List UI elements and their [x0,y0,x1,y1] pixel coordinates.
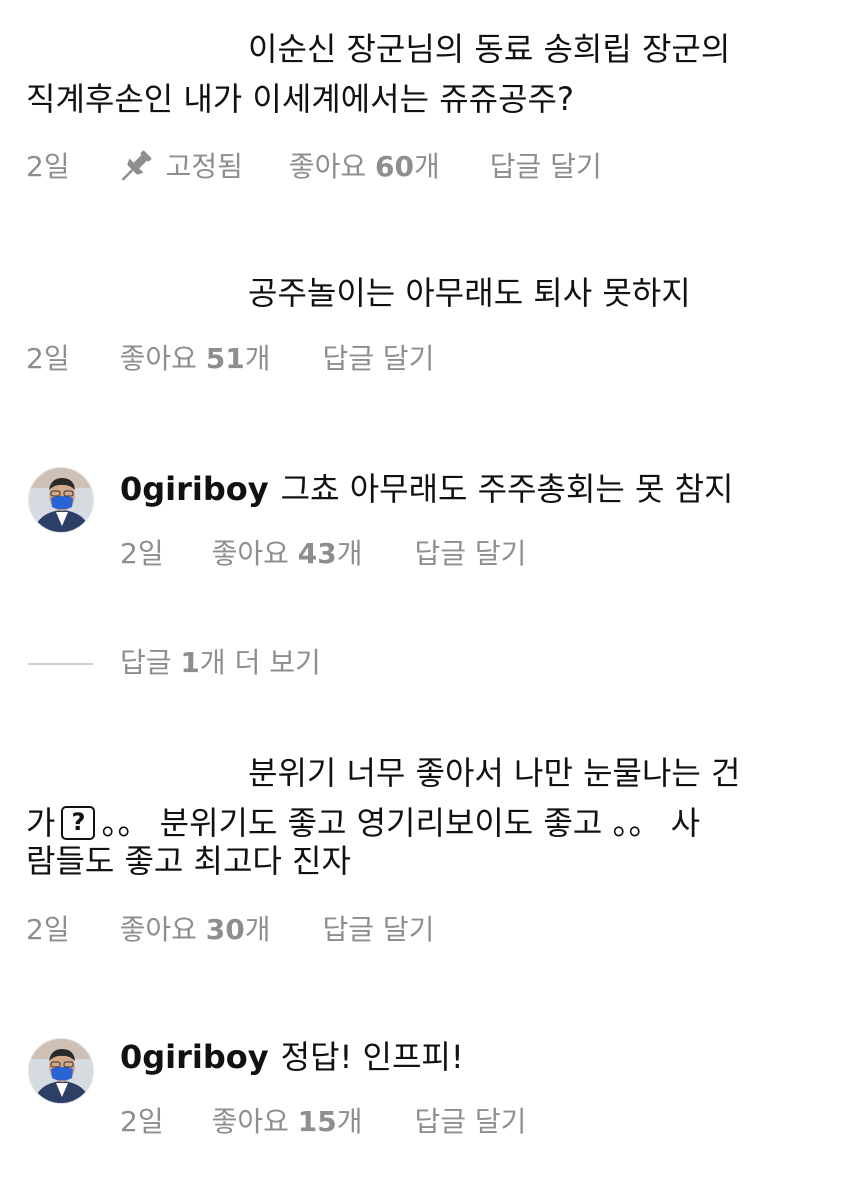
comment-3-time: 2일 [120,537,164,570]
comment-4-meta: 2일 좋아요 30개 답글 달기 [26,912,434,948]
avatar-image [29,468,93,532]
avatar-image [29,1039,93,1103]
comment-2-reply-button[interactable]: 답글 달기 [323,341,435,377]
comment-5-text: 0giriboy 정답! 인프피! [120,1030,464,1084]
comment-5-likes[interactable]: 좋아요 15개 [212,1104,363,1140]
comment-4-line-1: 분위기 너무 좋아서 나만 눈물나는 건 [248,754,741,792]
comment-2-likes[interactable]: 좋아요 51개 [120,341,271,377]
comment-4-likes[interactable]: 좋아요 30개 [120,912,271,948]
comment-5-meta: 2일 좋아요 15개 답글 달기 [120,1104,526,1140]
comment-3-username[interactable]: 0giriboy [120,470,269,508]
comment-5-body: 정답! 인프피! [280,1038,464,1076]
comment-2-meta: 2일 좋아요 51개 답글 달기 [26,341,434,377]
comment-4-reply-button[interactable]: 답글 달기 [323,912,435,948]
view-more-divider [28,663,93,665]
comment-5-reply-button[interactable]: 답글 달기 [415,1104,527,1140]
comment-1-line-2: 직계후손인 내가 이세계에서는 쥬쥬공주? [26,80,574,118]
comment-3-body: 그쵸 아무래도 주주총회는 못 참지 [280,470,734,508]
comment-1-line-1: 이순신 장군님의 동료 송희립 장군의 [248,30,731,68]
avatar[interactable] [28,467,94,533]
comment-5-time: 2일 [120,1105,164,1138]
comment-5-username[interactable]: 0giriboy [120,1038,269,1076]
comment-4-line-3: 람들도 좋고 최고다 진자 [26,842,351,880]
pin-icon [121,150,151,181]
comment-1-meta: 2일 고정됨 좋아요 60개 답글 달기 [26,146,602,188]
avatar[interactable] [28,1038,94,1104]
comment-1-reply-button[interactable]: 답글 달기 [490,149,602,185]
comment-3-text: 0giriboy 그쵸 아무래도 주주총회는 못 참지 [120,462,734,516]
comment-3-meta: 2일 좋아요 43개 답글 달기 [120,536,526,572]
view-more-replies-button[interactable]: 답글 1개 더 보기 [120,643,321,683]
comment-4-time: 2일 [26,913,70,946]
comment-1-time: 2일 [26,150,70,183]
comment-1-likes[interactable]: 좋아요 60개 [289,149,440,185]
comment-2-time: 2일 [26,342,70,375]
pinned-indicator: 고정됨 [114,146,243,188]
comment-3-likes[interactable]: 좋아요 43개 [212,536,363,572]
pinned-label: 고정됨 [165,150,243,183]
comment-2-line-1: 공주놀이는 아무래도 퇴사 못하지 [248,274,691,312]
comment-3-reply-button[interactable]: 답글 달기 [415,536,527,572]
